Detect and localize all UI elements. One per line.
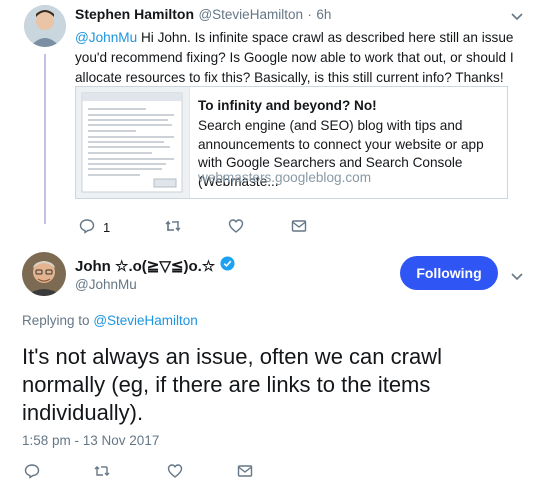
card-title[interactable]: To infinity and beyond? No! — [198, 98, 377, 113]
reply-action[interactable] — [24, 463, 40, 482]
tweet-text: It's not always an issue, often we can c… — [22, 344, 442, 425]
dm-action[interactable] — [237, 463, 253, 482]
main-header: John ☆.o(≧▽≦)o.☆ — [75, 256, 235, 276]
replying-to-link[interactable]: @StevieHamilton — [93, 313, 198, 328]
reply-count: 1 — [103, 220, 111, 235]
author-name[interactable]: John ☆.o(≧▽≦)o.☆ — [75, 257, 215, 275]
card-url[interactable]: webmasters.googleblog.com — [198, 170, 371, 185]
retweet-action[interactable] — [164, 218, 182, 237]
reply-text: @JohnMu Hi John. Is infinite space crawl… — [75, 28, 515, 88]
like-action[interactable] — [167, 463, 183, 482]
like-icon — [228, 218, 244, 237]
author-name[interactable]: Stephen Hamilton — [75, 6, 194, 22]
reply-action[interactable]: 1 — [79, 218, 110, 237]
reply-icon — [79, 218, 95, 237]
thread-line — [44, 54, 46, 224]
retweet-icon — [93, 463, 111, 482]
tweet-time[interactable]: 6h — [316, 7, 331, 22]
reply-header: Stephen Hamilton @StevieHamilton · 6h — [75, 6, 331, 24]
retweet-icon — [164, 218, 182, 237]
like-icon — [167, 463, 183, 482]
card-thumbnail — [76, 87, 190, 198]
following-button[interactable]: Following — [400, 256, 498, 290]
dm-icon — [291, 218, 307, 237]
retweet-action[interactable] — [93, 463, 111, 482]
author-handle[interactable]: @StevieHamilton — [198, 7, 303, 22]
like-action[interactable] — [228, 218, 244, 237]
reply-icon — [24, 463, 40, 482]
replying-to: Replying to @StevieHamilton — [22, 313, 198, 328]
mention-link[interactable]: @JohnMu — [75, 30, 137, 45]
avatar[interactable] — [22, 252, 66, 296]
link-card[interactable]: To infinity and beyond? No! Search engin… — [75, 86, 508, 199]
dm-icon — [237, 463, 253, 482]
tweet-timestamp[interactable]: 1:58 pm - 13 Nov 2017 — [22, 433, 159, 448]
avatar[interactable] — [24, 5, 66, 47]
verified-badge-icon — [220, 256, 235, 276]
chevron-down-icon[interactable] — [511, 8, 523, 26]
reply-body: Hi John. Is infinite space crawl as desc… — [75, 30, 514, 85]
chevron-down-icon[interactable] — [511, 268, 523, 286]
author-handle[interactable]: @JohnMu — [75, 277, 137, 292]
dm-action[interactable] — [291, 218, 307, 237]
separator: · — [307, 7, 312, 22]
replying-to-label: Replying to — [22, 313, 90, 328]
